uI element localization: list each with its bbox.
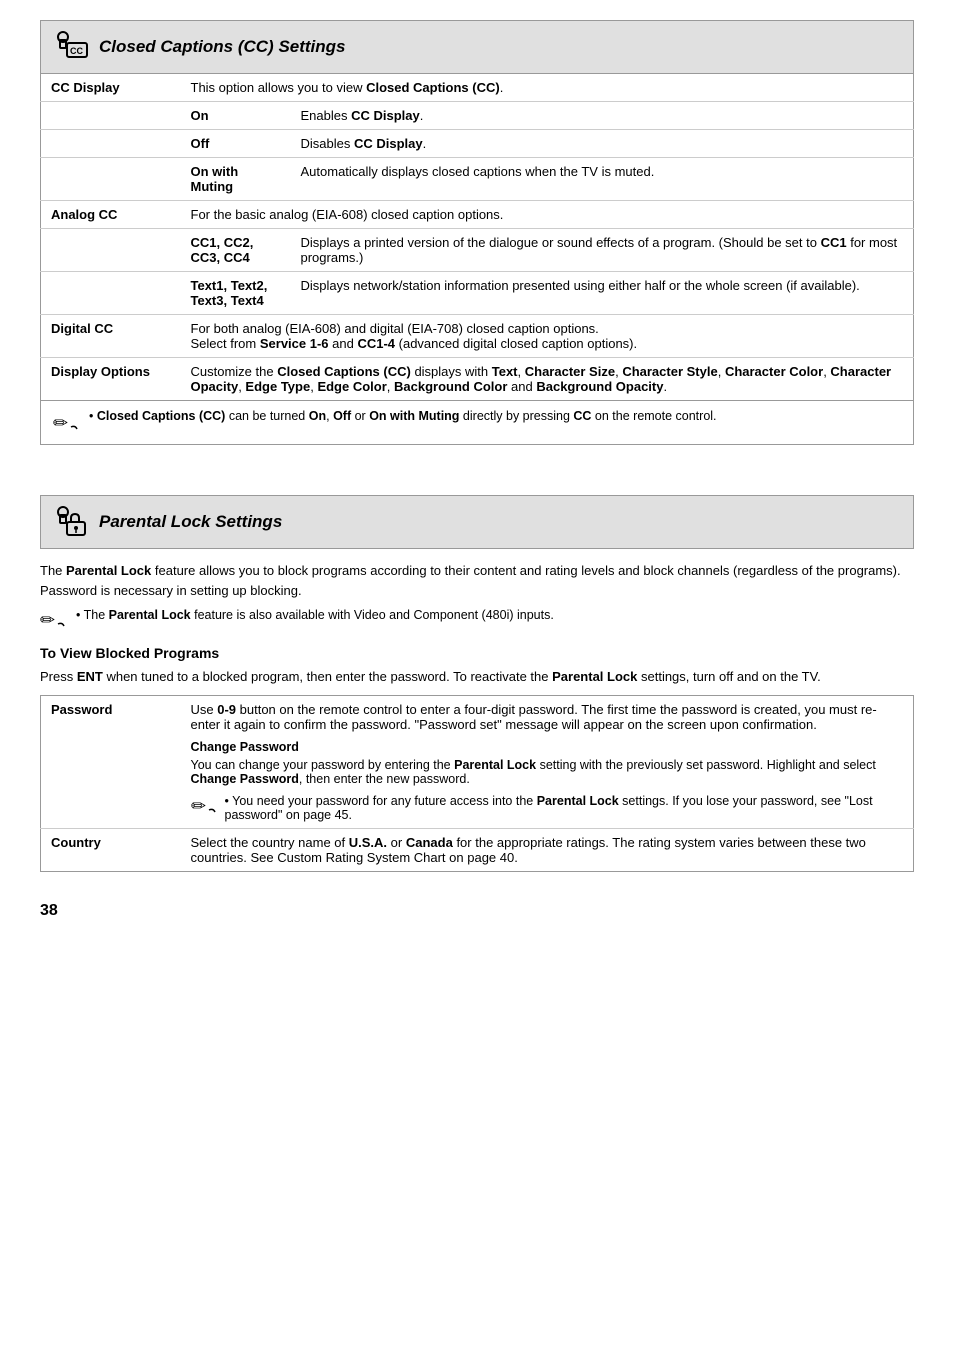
page-number: 38	[40, 902, 914, 920]
display-options-desc: Customize the Closed Captions (CC) displ…	[171, 358, 914, 401]
on-desc: Enables CC Display.	[291, 102, 914, 130]
on-with-muting-label: On with Muting	[171, 158, 291, 201]
display-options-label: Display Options	[41, 358, 171, 401]
digital-cc-desc: For both analog (EIA-608) and digital (E…	[171, 315, 914, 358]
table-row: Digital CC For both analog (EIA-608) and…	[41, 315, 914, 358]
cc-note-box: ✏ • Closed Captions (CC) can be turned O…	[40, 401, 914, 445]
on-label: On	[171, 102, 291, 130]
parental-note1: ✏ • The Parental Lock feature is also av…	[40, 608, 914, 633]
cc-section-title: Closed Captions (CC) Settings	[99, 37, 346, 57]
table-row: On with Muting Automatically displays cl…	[41, 158, 914, 201]
parental-section-title: Parental Lock Settings	[99, 512, 282, 532]
country-desc: Select the country name of U.S.A. or Can…	[171, 828, 914, 871]
cc1-cc4-label: CC1, CC2,CC3, CC4	[171, 229, 291, 272]
table-row: CC Display This option allows you to vie…	[41, 74, 914, 102]
analog-cc-label: Analog CC	[41, 201, 171, 229]
country-label: Country	[41, 828, 171, 871]
parental-section-header: Parental Lock Settings	[40, 495, 914, 549]
spacer	[40, 445, 914, 485]
pencil-icon-3: ✏	[191, 794, 219, 819]
off-label: Off	[171, 130, 291, 158]
svg-text:✏: ✏	[40, 610, 55, 630]
text1-text4-desc: Displays network/station information pre…	[291, 272, 914, 315]
cc-section-header: CC Closed Captions (CC) Settings	[40, 20, 914, 74]
svg-text:✏: ✏	[53, 413, 68, 433]
table-row: Text1, Text2,Text3, Text4 Displays netwo…	[41, 272, 914, 315]
table-row: Off Disables CC Display.	[41, 130, 914, 158]
parental-note1-text: • The Parental Lock feature is also avai…	[76, 608, 554, 622]
cc1-cc4-desc: Displays a printed version of the dialog…	[291, 229, 914, 272]
parental-intro: The Parental Lock feature allows you to …	[40, 549, 914, 608]
digital-cc-label: Digital CC	[41, 315, 171, 358]
text1-text4-label: Text1, Text2,Text3, Text4	[171, 272, 291, 315]
pencil-note-icon: ✏	[53, 411, 81, 436]
cc-display-label: CC Display	[41, 74, 171, 102]
password-label: Password	[41, 695, 171, 828]
cc-note-text: • Closed Captions (CC) can be turned On,…	[89, 409, 717, 423]
cc-settings-table: CC Display This option allows you to vie…	[40, 74, 914, 401]
off-desc: Disables CC Display.	[291, 130, 914, 158]
password-desc: Use 0-9 button on the remote control to …	[171, 695, 914, 828]
analog-cc-desc: For the basic analog (EIA-608) closed ca…	[171, 201, 914, 229]
cc-icon: CC	[53, 29, 89, 65]
table-row: Country Select the country name of U.S.A…	[41, 828, 914, 871]
svg-text:CC: CC	[70, 46, 83, 56]
password-note-text: • You need your password for any future …	[225, 794, 904, 822]
blocked-programs-title: To View Blocked Programs	[40, 645, 914, 661]
password-inner-note: ✏ • You need your password for any futur…	[191, 794, 904, 822]
table-row: On Enables CC Display.	[41, 102, 914, 130]
table-row: CC1, CC2,CC3, CC4 Displays a printed ver…	[41, 229, 914, 272]
change-password-section: Change Password You can change your pass…	[191, 740, 904, 822]
table-row: Analog CC For the basic analog (EIA-608)…	[41, 201, 914, 229]
blocked-programs-section: To View Blocked Programs Press ENT when …	[40, 645, 914, 687]
table-row: Display Options Customize the Closed Cap…	[41, 358, 914, 401]
pencil-icon-2: ✏	[40, 608, 68, 633]
blocked-programs-para: Press ENT when tuned to a blocked progra…	[40, 667, 914, 687]
cc-display-desc: This option allows you to view Closed Ca…	[171, 74, 914, 102]
parental-settings-table: Password Use 0-9 button on the remote co…	[40, 695, 914, 872]
pencil-icon: ✏	[53, 411, 81, 433]
table-row: Password Use 0-9 button on the remote co…	[41, 695, 914, 828]
on-with-muting-desc: Automatically displays closed captions w…	[291, 158, 914, 201]
svg-text:✏: ✏	[191, 796, 206, 816]
parental-lock-icon	[53, 504, 89, 540]
